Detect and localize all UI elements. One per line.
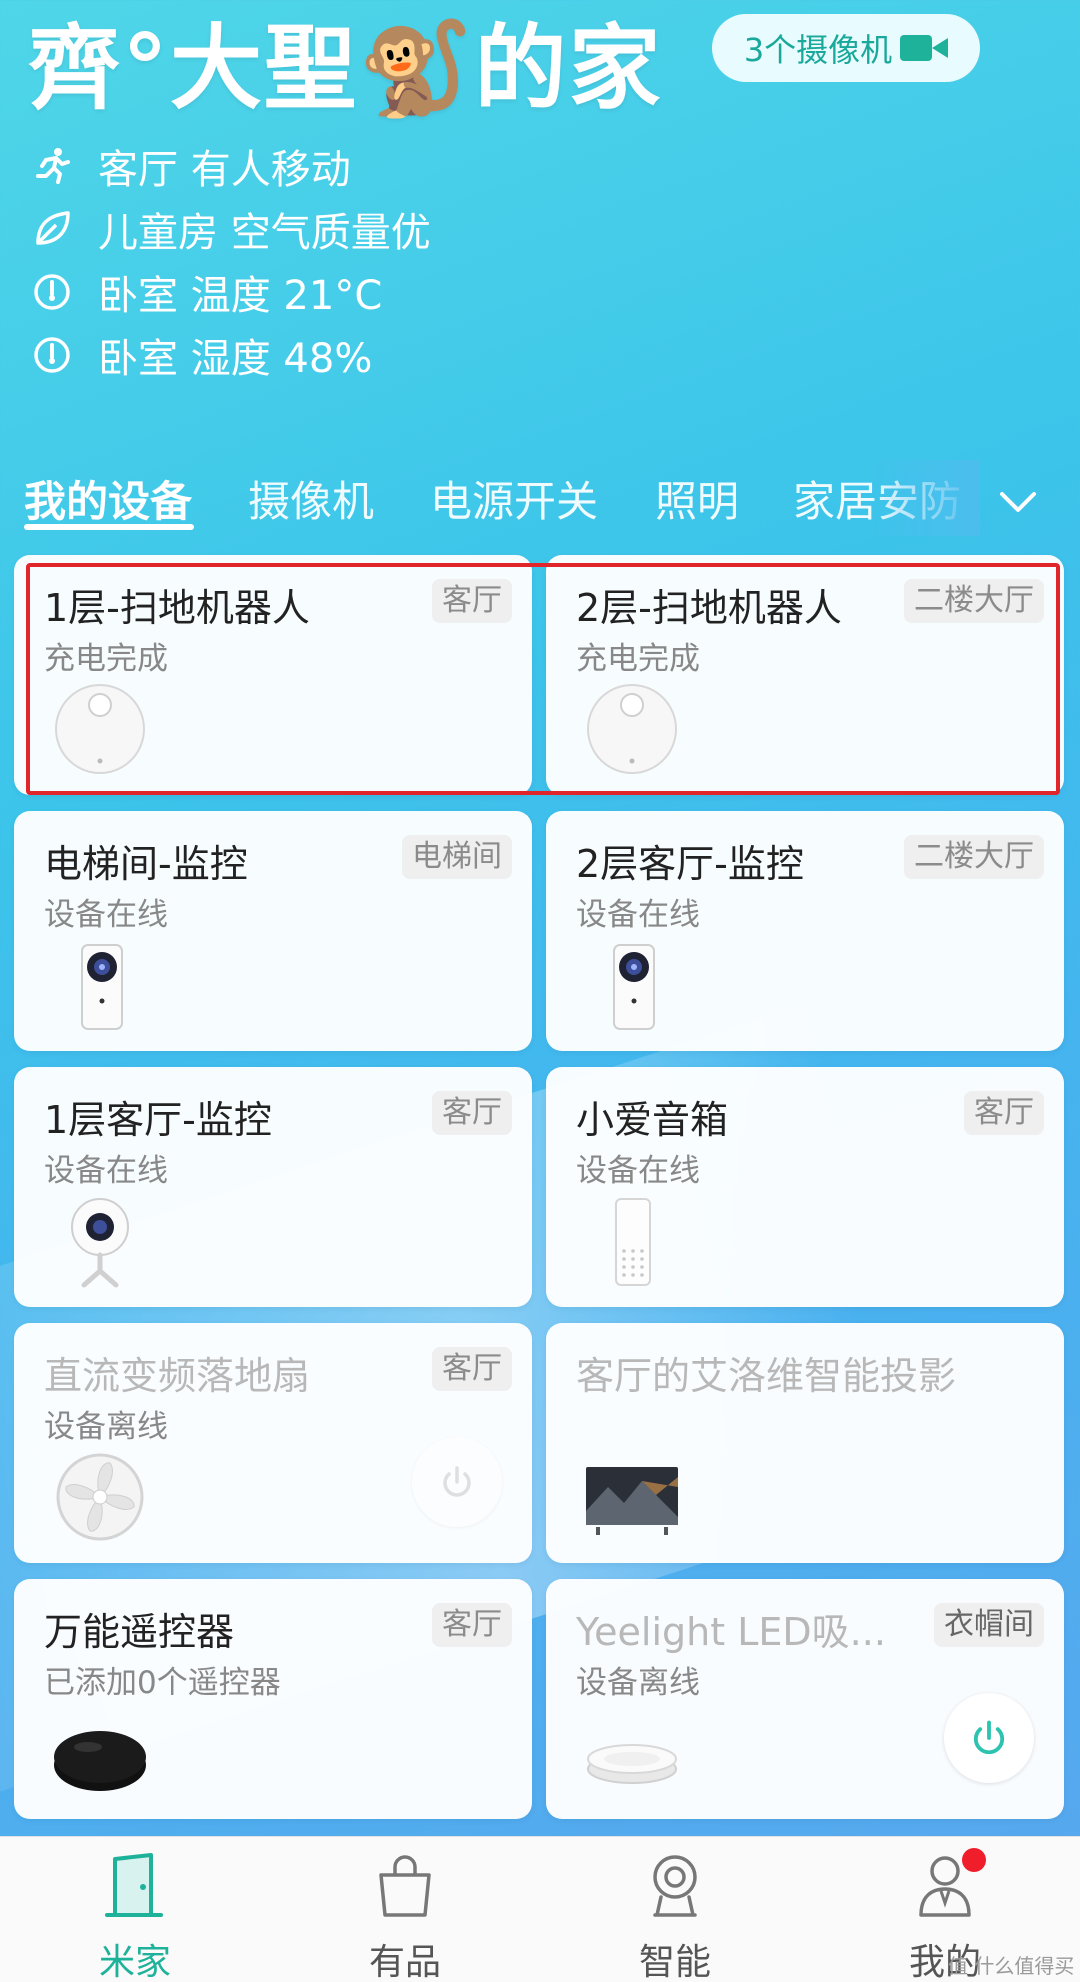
gauge-icon xyxy=(30,333,74,377)
power-toggle-button[interactable] xyxy=(944,1693,1034,1783)
tab-cameras[interactable]: 摄像机 xyxy=(248,468,374,529)
status-text: 卧室 温度 21°C xyxy=(98,272,383,319)
device-card[interactable]: 2层客厅-监控 设备在线 二楼大厅 xyxy=(546,811,1064,1051)
camera-count-button[interactable]: 3个摄像机 xyxy=(712,14,980,82)
device-name: 1层客厅-监控 xyxy=(44,1098,272,1142)
device-card[interactable]: 直流变频落地扇 设备离线 客厅 xyxy=(14,1323,532,1563)
device-name: 2层客厅-监控 xyxy=(576,842,804,886)
device-status: 设备在线 xyxy=(576,897,700,933)
active-tab-indicator xyxy=(24,524,194,530)
device-name: 直流变频落地扇 xyxy=(44,1354,311,1398)
shopping-bag-icon xyxy=(379,1855,431,1917)
device-card[interactable]: 万能遥控器 已添加0个遥控器 客厅 xyxy=(14,1579,532,1819)
home-status-list: 客厅 有人移动 儿童房 空气质量优 卧室 温度 21°C 卧室 湿度 48% xyxy=(30,134,431,386)
nav-label: 有品 xyxy=(368,1942,441,1982)
fan-icon xyxy=(56,1453,144,1541)
dome-camera-icon xyxy=(71,1198,129,1288)
home-door-icon xyxy=(105,1853,163,1917)
tabs-fade xyxy=(870,460,980,536)
device-card[interactable]: Yeelight LED吸... 设备离线 衣帽间 xyxy=(546,1579,1064,1819)
power-icon xyxy=(443,1466,471,1497)
device-status: 设备在线 xyxy=(44,897,168,933)
status-text: 卧室 湿度 48% xyxy=(98,335,373,382)
status-row[interactable]: 卧室 温度 21°C xyxy=(30,260,431,323)
room-badge: 二楼大厅 xyxy=(904,835,1044,879)
device-name: 小爱音箱 xyxy=(576,1098,729,1142)
device-status: 设备离线 xyxy=(576,1665,700,1701)
room-badge: 客厅 xyxy=(432,1603,512,1647)
security-camera-icon xyxy=(613,944,655,1030)
chevron-down-icon[interactable] xyxy=(996,480,1040,524)
nav-mijia[interactable]: 米家 xyxy=(0,1837,270,1982)
home-header: 齊°大聖🐒的家 3个摄像机 客厅 有人移动 儿童房 空气质量优 卧室 温度 21… xyxy=(0,0,1080,450)
tv-icon xyxy=(586,1467,678,1535)
smart-robot-icon xyxy=(653,1855,697,1917)
ceiling-light-icon xyxy=(587,1744,677,1784)
device-status: 已添加0个遥控器 xyxy=(44,1665,281,1701)
bottom-nav: 米家 有品 智能 我的 xyxy=(0,1836,1080,1982)
device-name: 万能遥控器 xyxy=(44,1610,235,1654)
tab-power-switches[interactable]: 电源开关 xyxy=(430,468,598,529)
room-badge: 电梯间 xyxy=(402,835,512,879)
running-person-icon xyxy=(30,144,74,188)
device-status: 设备离线 xyxy=(44,1409,168,1445)
device-card[interactable]: 电梯间-监控 设备在线 电梯间 xyxy=(14,811,532,1051)
status-text: 儿童房 空气质量优 xyxy=(98,209,431,256)
status-text: 客厅 有人移动 xyxy=(98,146,351,193)
ir-remote-hub-icon xyxy=(54,1731,146,1791)
device-card[interactable]: 客厅的艾洛维智能投影 xyxy=(546,1323,1064,1563)
camera-count-label: 3个摄像机 xyxy=(743,31,893,69)
tab-my-devices[interactable]: 我的设备 xyxy=(24,468,192,529)
category-tabs: 我的设备 摄像机 电源开关 照明 家居安防 xyxy=(0,460,1080,536)
video-camera-icon xyxy=(900,33,949,63)
room-badge: 衣帽间 xyxy=(934,1603,1044,1647)
device-status: 设备在线 xyxy=(44,1153,168,1189)
security-camera-icon xyxy=(81,944,123,1030)
tab-lighting[interactable]: 照明 xyxy=(655,468,739,529)
nav-label: 智能 xyxy=(638,1942,711,1982)
power-icon xyxy=(973,1720,1005,1755)
smart-speaker-icon xyxy=(615,1198,651,1286)
device-name: Yeelight LED吸... xyxy=(576,1610,886,1654)
room-badge: 客厅 xyxy=(964,1091,1044,1135)
nav-youpin[interactable]: 有品 xyxy=(270,1837,540,1982)
watermark: 值 什么值得买 xyxy=(948,1954,1075,1978)
room-badge: 客厅 xyxy=(432,1347,512,1391)
highlight-annotation xyxy=(26,563,1060,795)
gauge-icon xyxy=(30,270,74,314)
nav-smart[interactable]: 智能 xyxy=(540,1837,810,1982)
nav-label: 米家 xyxy=(98,1942,171,1982)
device-name: 客厅的艾洛维智能投影 xyxy=(576,1354,957,1398)
device-card[interactable]: 小爱音箱 设备在线 客厅 xyxy=(546,1067,1064,1307)
home-title[interactable]: 齊°大聖🐒的家 xyxy=(28,0,663,127)
status-row[interactable]: 客厅 有人移动 xyxy=(30,134,431,197)
device-name: 电梯间-监控 xyxy=(44,842,248,886)
status-row[interactable]: 卧室 湿度 48% xyxy=(30,323,431,386)
device-card[interactable]: 1层客厅-监控 设备在线 客厅 xyxy=(14,1067,532,1307)
room-badge: 客厅 xyxy=(432,1091,512,1135)
status-row[interactable]: 儿童房 空气质量优 xyxy=(30,197,431,260)
notification-badge xyxy=(962,1848,986,1872)
power-toggle-button[interactable] xyxy=(412,1437,502,1527)
device-status: 设备在线 xyxy=(576,1153,700,1189)
leaf-icon xyxy=(30,207,74,251)
